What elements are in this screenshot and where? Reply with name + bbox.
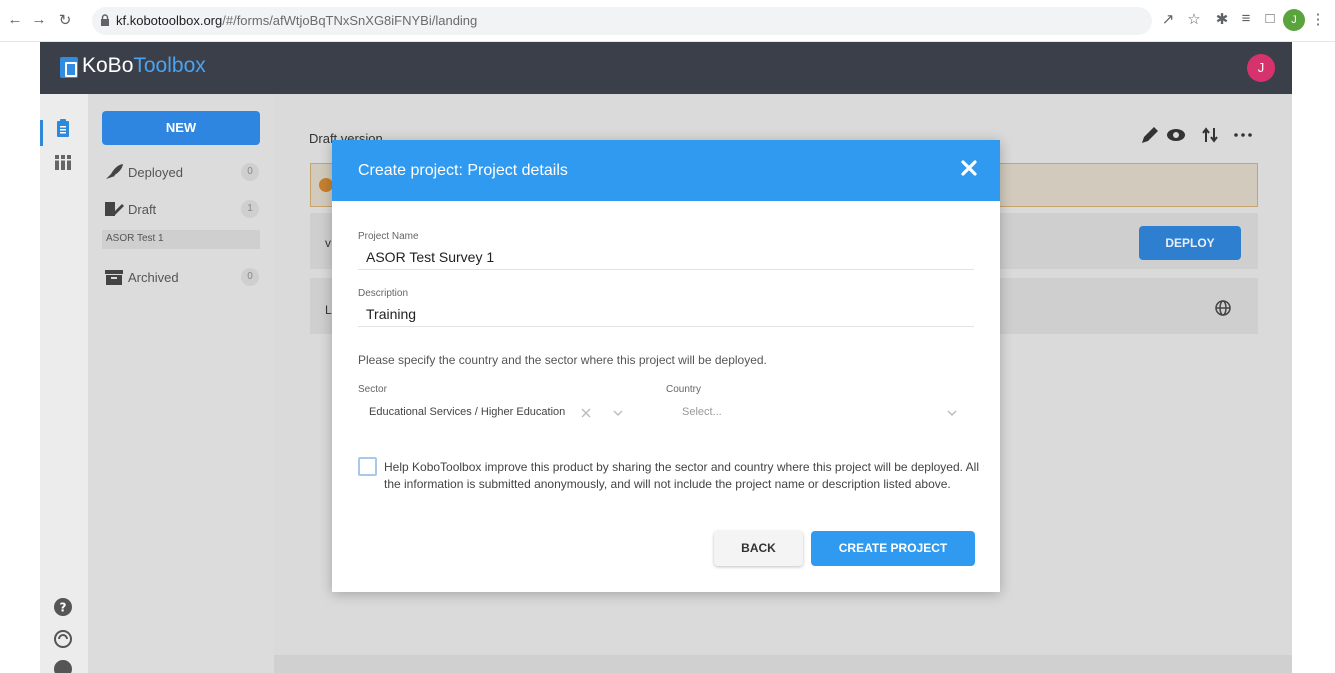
modal-header: Create project: Project details bbox=[332, 140, 1000, 201]
sidebar-item-draft[interactable]: Draft 1 bbox=[104, 198, 259, 222]
sector-label: Sector bbox=[358, 384, 387, 395]
count-badge: 0 bbox=[241, 163, 259, 181]
row-label: v bbox=[325, 236, 331, 250]
side-panel-icon[interactable]: □ bbox=[1260, 10, 1280, 27]
icon-rail: ? bbox=[40, 94, 88, 673]
preview-eye-icon[interactable] bbox=[1165, 124, 1187, 146]
create-project-button[interactable]: CREATE PROJECT bbox=[811, 531, 975, 566]
back-arrow-icon[interactable]: ← bbox=[6, 11, 24, 28]
description-input[interactable]: Training bbox=[366, 306, 416, 322]
user-avatar[interactable]: J bbox=[1247, 54, 1275, 82]
share-icon[interactable]: ↗ bbox=[1158, 10, 1178, 28]
globe-icon[interactable] bbox=[1214, 299, 1232, 317]
address-bar[interactable]: kf.kobotoolbox.org/#/forms/afWtjoBqTNxSn… bbox=[92, 7, 1152, 35]
forward-arrow-icon[interactable]: → bbox=[30, 11, 48, 28]
modal-title: Create project: Project details bbox=[358, 162, 568, 179]
archive-box-icon bbox=[105, 270, 123, 285]
sidebar-item-label: Deployed bbox=[128, 165, 183, 180]
browser-toolbar: ← → ↻ kf.kobotoolbox.org/#/forms/afWtjoB… bbox=[0, 0, 1335, 42]
row-label: L bbox=[325, 303, 332, 317]
extensions-puzzle-icon[interactable]: ✱ bbox=[1212, 10, 1232, 28]
app-header: KoBoToolbox J bbox=[40, 42, 1292, 94]
new-project-button[interactable]: NEW bbox=[102, 111, 260, 145]
reload-icon[interactable]: ↻ bbox=[56, 11, 74, 29]
deploy-button[interactable]: DEPLOY bbox=[1139, 226, 1241, 260]
app-logo[interactable]: KoBoToolbox bbox=[82, 54, 206, 78]
logo-icon bbox=[60, 57, 78, 78]
library-icon[interactable] bbox=[53, 152, 73, 172]
replace-form-icon[interactable] bbox=[1199, 124, 1221, 146]
more-options-icon[interactable] bbox=[1232, 124, 1254, 146]
description-label: Description bbox=[358, 288, 409, 299]
bookmark-star-icon[interactable]: ☆ bbox=[1184, 10, 1204, 28]
description-underline bbox=[358, 326, 974, 327]
browser-menu-icon[interactable]: ⋮ bbox=[1308, 10, 1328, 28]
sidebar-item-label: Draft bbox=[128, 202, 157, 217]
edit-pencil-icon[interactable] bbox=[1139, 124, 1161, 146]
country-label: Country bbox=[666, 384, 702, 395]
create-project-modal: Create project: Project details Project … bbox=[332, 140, 1000, 592]
sidebar-draft-project[interactable]: ASOR Test 1 bbox=[102, 230, 260, 249]
url-text: kf.kobotoolbox.org/#/forms/afWtjoBqTNxSn… bbox=[116, 13, 478, 28]
back-button[interactable]: BACK bbox=[714, 531, 803, 566]
chevron-down-icon[interactable] bbox=[946, 407, 958, 419]
project-name-underline bbox=[358, 269, 974, 270]
svg-text:?: ? bbox=[60, 601, 67, 615]
clear-x-icon[interactable] bbox=[580, 407, 592, 419]
main-footer-strip bbox=[274, 655, 1292, 673]
draft-project-name: ASOR Test 1 bbox=[106, 233, 164, 244]
sidebar: NEW Deployed 0 Draft 1 ASOR Test 1 Archi… bbox=[88, 94, 274, 673]
rocket-icon bbox=[106, 164, 123, 179]
sector-select[interactable]: Educational Services / Higher Education bbox=[369, 406, 565, 418]
lock-icon bbox=[101, 14, 109, 26]
help-icon[interactable]: ? bbox=[53, 597, 73, 617]
reading-list-icon[interactable]: ≡ bbox=[1236, 10, 1256, 27]
count-badge: 1 bbox=[241, 200, 259, 218]
consent-checkbox[interactable] bbox=[358, 457, 377, 476]
chat-icon[interactable] bbox=[53, 659, 73, 673]
support-icon[interactable] bbox=[53, 629, 73, 649]
forms-clipboard-icon[interactable] bbox=[53, 118, 73, 138]
browser-profile-avatar[interactable]: J bbox=[1283, 9, 1305, 31]
project-name-label: Project Name bbox=[358, 231, 419, 242]
rail-active-indicator bbox=[40, 120, 43, 146]
project-name-input[interactable]: ASOR Test Survey 1 bbox=[366, 249, 494, 265]
count-badge: 0 bbox=[241, 268, 259, 286]
sidebar-item-label: Archived bbox=[128, 270, 179, 285]
draft-pencil-icon bbox=[105, 202, 124, 216]
warning-icon bbox=[319, 178, 333, 192]
location-hint: Please specify the country and the secto… bbox=[358, 353, 767, 367]
country-select[interactable]: Select... bbox=[682, 406, 722, 418]
close-icon[interactable] bbox=[958, 157, 980, 179]
chevron-down-icon[interactable] bbox=[612, 407, 624, 419]
sidebar-item-archived[interactable]: Archived 0 bbox=[104, 266, 259, 290]
sidebar-item-deployed[interactable]: Deployed 0 bbox=[104, 161, 259, 185]
consent-text: Help KoboToolbox improve this product by… bbox=[384, 460, 979, 491]
